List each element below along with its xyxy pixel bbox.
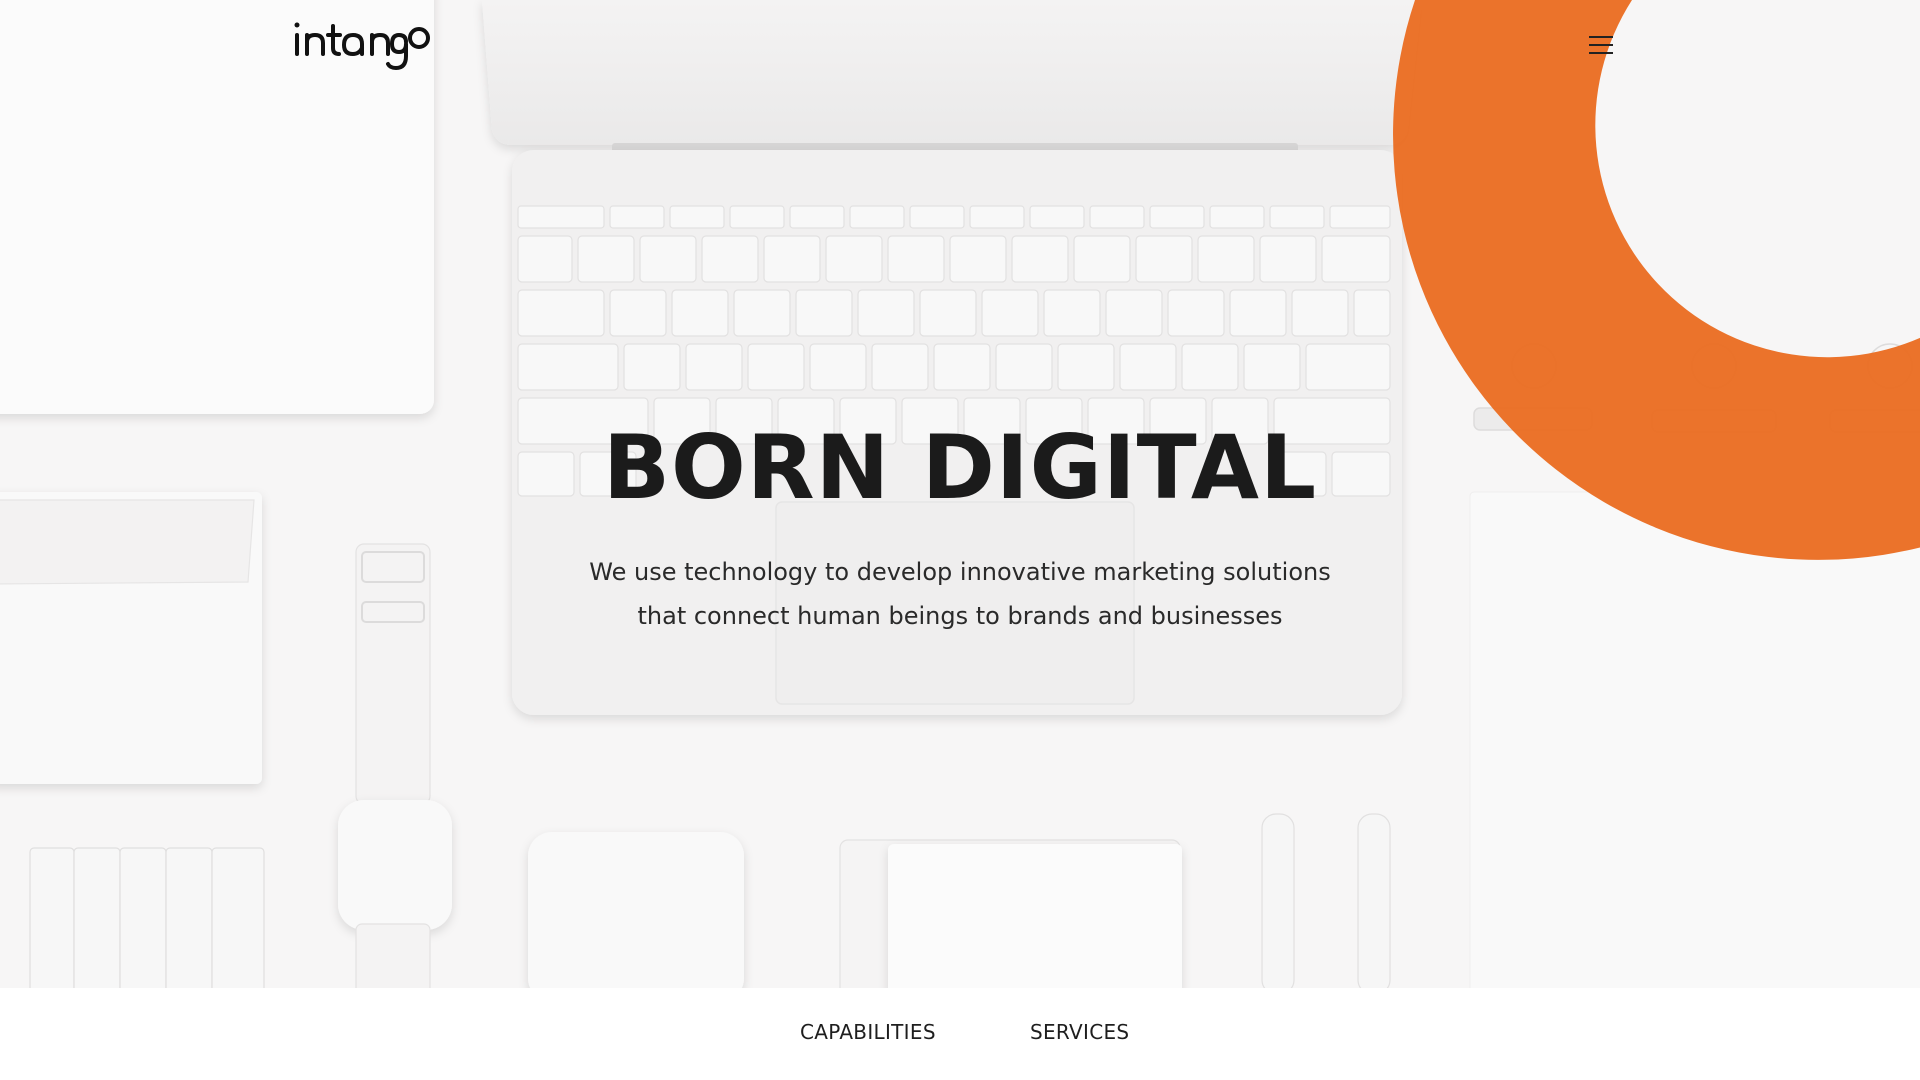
nav-item-capabilities[interactable]: CAPABILITIES <box>800 1020 936 1044</box>
hero-subtitle-line-2: that connect human beings to brands and … <box>637 602 1283 630</box>
markers-shape <box>29 847 265 988</box>
hero-subtitle: We use technology to develop innovative … <box>560 550 1360 638</box>
laptop-lid-shape <box>482 0 1422 145</box>
bottom-nav: CAPABILITIES SERVICES <box>0 988 1920 1080</box>
hamburger-menu-icon <box>1589 36 1613 38</box>
intango-logo-mark <box>294 22 430 70</box>
hamburger-menu-icon-line <box>1589 52 1613 54</box>
hero-section: BORN DIGITAL We use technology to develo… <box>0 0 1920 988</box>
page: BORN DIGITAL We use technology to develo… <box>0 0 1920 1080</box>
hero-title: BORN DIGITAL <box>602 416 1318 519</box>
hamburger-menu-icon-line <box>1589 44 1613 46</box>
hero-subtitle-line-1: We use technology to develop innovative … <box>589 558 1331 586</box>
menu-button[interactable] <box>1584 30 1618 60</box>
intango-logo[interactable] <box>292 18 430 74</box>
nav-item-services[interactable]: SERVICES <box>1030 1020 1129 1044</box>
